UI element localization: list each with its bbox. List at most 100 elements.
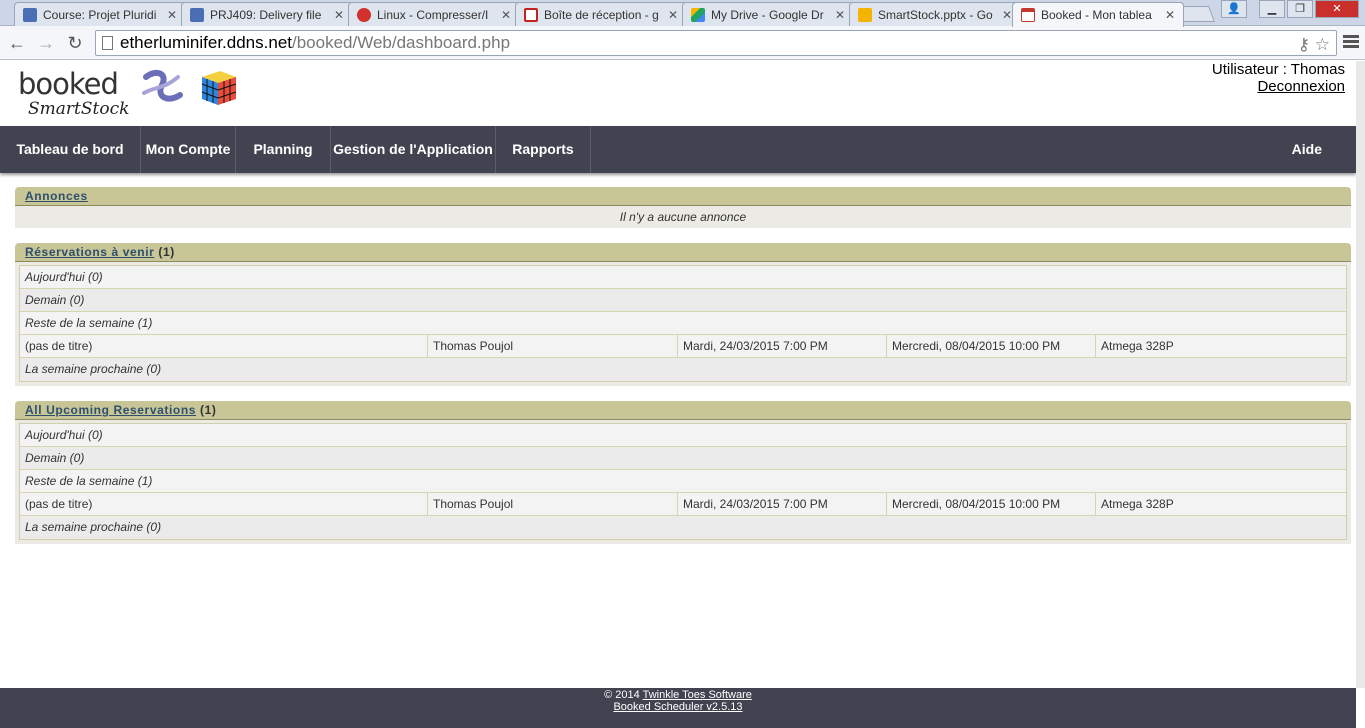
reservation-user: Thomas Poujol bbox=[428, 335, 678, 357]
browser-tab[interactable]: Course: Projet Pluridi ✕ bbox=[14, 2, 186, 26]
close-window-button[interactable]: ✕ bbox=[1315, 0, 1359, 18]
tab-label: Linux - Compresser/I bbox=[377, 7, 489, 22]
all-upcoming-header: All Upcoming Reservations (1) bbox=[15, 401, 1351, 420]
calendar-icon bbox=[1021, 8, 1035, 22]
browser-toolbar: ← → ↻ etherluminifer.ddns.net/booked/Web… bbox=[0, 26, 1365, 60]
nav-item-dashboard[interactable]: Tableau de bord bbox=[0, 126, 141, 173]
tab-favicon-icon bbox=[190, 7, 204, 22]
nav-item-help[interactable]: Aide bbox=[1292, 126, 1322, 173]
reservation-start: Mardi, 24/03/2015 7:00 PM bbox=[678, 335, 887, 357]
tab-favicon-icon bbox=[357, 7, 371, 22]
group-tomorrow: Demain (0) bbox=[20, 447, 1346, 470]
all-upcoming-title[interactable]: All Upcoming Reservations bbox=[25, 403, 196, 417]
reservation-user: Thomas Poujol bbox=[428, 493, 678, 515]
browser-tab-active[interactable]: Booked - Mon tablea ✕ bbox=[1012, 2, 1184, 27]
reservation-row[interactable]: (pas de titre) Thomas Poujol Mardi, 24/0… bbox=[20, 335, 1346, 358]
all-upcoming-table: Aujourd'hui (0) Demain (0) Reste de la s… bbox=[19, 423, 1347, 540]
back-icon[interactable]: ← bbox=[6, 33, 28, 53]
url-host: etherluminifer.ddns.net bbox=[120, 33, 292, 52]
browser-tabstrip: Course: Projet Pluridi ✕ PRJ409: Deliver… bbox=[0, 0, 1365, 27]
logo-text: booked bbox=[18, 67, 119, 101]
announcements-panel: Annonces Il n'y a aucune annonce bbox=[15, 187, 1351, 228]
menu-icon[interactable] bbox=[1343, 35, 1359, 50]
drive-icon bbox=[691, 7, 705, 22]
reservation-row[interactable]: (pas de titre) Thomas Poujol Mardi, 24/0… bbox=[20, 493, 1346, 516]
reservation-end: Mercredi, 08/04/2015 10:00 PM bbox=[887, 335, 1096, 357]
nav-item-application-management[interactable]: Gestion de l'Application bbox=[331, 126, 496, 173]
group-tomorrow: Demain (0) bbox=[20, 289, 1346, 312]
upcoming-count: (1) bbox=[158, 245, 175, 259]
logo[interactable]: booked SmartStock bbox=[18, 67, 248, 125]
rubiks-cube-icon bbox=[201, 71, 237, 105]
address-bar[interactable]: etherluminifer.ddns.net/booked/Web/dashb… bbox=[95, 30, 1337, 56]
reload-icon[interactable]: ↻ bbox=[64, 33, 86, 53]
reservation-title: (pas de titre) bbox=[20, 493, 428, 515]
reservation-end: Mercredi, 08/04/2015 10:00 PM bbox=[887, 493, 1096, 515]
page-icon bbox=[102, 36, 113, 50]
scrollbar[interactable] bbox=[1356, 61, 1365, 688]
tab-label: Booked - Mon tablea bbox=[1041, 8, 1152, 22]
upcoming-header: Réservations à venir (1) bbox=[15, 243, 1351, 262]
group-next-week: La semaine prochaine (0) bbox=[20, 516, 1346, 539]
bookmark-star-icon[interactable]: ⚷ ☆ bbox=[1298, 33, 1330, 57]
close-icon[interactable]: ✕ bbox=[1165, 8, 1175, 22]
minimize-button[interactable]: ▁ bbox=[1259, 0, 1285, 18]
browser-tab[interactable]: My Drive - Google Dr ✕ bbox=[682, 2, 854, 26]
tab-label: PRJ409: Delivery file bbox=[210, 7, 322, 22]
browser-tab[interactable]: Boîte de réception - g ✕ bbox=[515, 2, 687, 26]
group-today: Aujourd'hui (0) bbox=[20, 424, 1346, 447]
browser-tab[interactable]: SmartStock.pptx - Go ✕ bbox=[849, 2, 1021, 26]
reservation-resource: Atmega 328P bbox=[1101, 497, 1174, 511]
reservation-resource: Atmega 328P bbox=[1101, 339, 1174, 353]
group-rest-of-week: Reste de la semaine (1) bbox=[20, 470, 1346, 493]
logo-swirl-icon bbox=[142, 69, 183, 102]
logout-link[interactable]: Deconnexion bbox=[1257, 78, 1345, 95]
footer: © 2014 Twinkle Toes Software Booked Sche… bbox=[0, 688, 1356, 728]
tab-label: Boîte de réception - g bbox=[544, 7, 659, 22]
tab-label: My Drive - Google Dr bbox=[711, 7, 824, 22]
browser-tab[interactable]: Linux - Compresser/I ✕ bbox=[348, 2, 520, 26]
main-nav: Tableau de bord Mon Compte Planning Gest… bbox=[0, 126, 1356, 173]
url-path: /booked/Web/dashboard.php bbox=[292, 33, 511, 52]
user-info: Utilisateur : Thomas Deconnexion bbox=[1212, 61, 1345, 95]
tab-favicon-icon bbox=[23, 7, 37, 22]
group-next-week: La semaine prochaine (0) bbox=[20, 358, 1346, 381]
gmail-icon bbox=[524, 7, 538, 22]
upcoming-title[interactable]: Réservations à venir bbox=[25, 245, 154, 259]
close-icon[interactable]: ✕ bbox=[334, 8, 344, 22]
reservation-title: (pas de titre) bbox=[20, 335, 428, 357]
close-icon[interactable]: ✕ bbox=[167, 8, 177, 22]
close-icon[interactable]: ✕ bbox=[1002, 8, 1012, 22]
maximize-button[interactable]: ❐ bbox=[1287, 0, 1313, 18]
browser-tab[interactable]: PRJ409: Delivery file ✕ bbox=[181, 2, 353, 26]
close-icon[interactable]: ✕ bbox=[501, 8, 511, 22]
page-content: booked SmartStock Utilisateur : Thomas D… bbox=[0, 61, 1356, 728]
upcoming-table: Aujourd'hui (0) Demain (0) Reste de la s… bbox=[19, 265, 1347, 382]
group-today: Aujourd'hui (0) bbox=[20, 266, 1346, 289]
all-upcoming-reservations-panel: All Upcoming Reservations (1) Aujourd'hu… bbox=[15, 401, 1351, 544]
forward-icon[interactable]: → bbox=[35, 33, 57, 53]
close-icon[interactable]: ✕ bbox=[668, 8, 678, 22]
nav-item-my-account[interactable]: Mon Compte bbox=[141, 126, 236, 173]
company-link[interactable]: Twinkle Toes Software bbox=[643, 689, 752, 701]
user-label: Utilisateur : Thomas bbox=[1211, 61, 1345, 78]
copyright-text: © 2014 bbox=[604, 689, 640, 701]
tab-label: SmartStock.pptx - Go bbox=[878, 7, 993, 22]
version-link[interactable]: Booked Scheduler v2.5.13 bbox=[613, 701, 742, 713]
window-controls: ▁ ❐ ✕ bbox=[1259, 0, 1359, 18]
upcoming-reservations-panel: Réservations à venir (1) Aujourd'hui (0)… bbox=[15, 243, 1351, 386]
reservation-start: Mardi, 24/03/2015 7:00 PM bbox=[678, 493, 887, 515]
nav-item-reports[interactable]: Rapports bbox=[496, 126, 591, 173]
group-rest-of-week: Reste de la semaine (1) bbox=[20, 312, 1346, 335]
footer-copyright: © 2014 Twinkle Toes Software bbox=[0, 689, 1356, 701]
all-upcoming-count: (1) bbox=[199, 403, 217, 417]
announcements-header: Annonces bbox=[15, 187, 1351, 206]
nav-item-planning[interactable]: Planning bbox=[236, 126, 331, 173]
profile-icon[interactable]: 👤 bbox=[1221, 0, 1247, 18]
announcements-title[interactable]: Annonces bbox=[25, 189, 88, 203]
logo-subtext: SmartStock bbox=[28, 99, 130, 119]
tab-label: Course: Projet Pluridi bbox=[43, 7, 157, 22]
close-icon[interactable]: ✕ bbox=[835, 8, 845, 22]
slides-icon bbox=[858, 7, 872, 22]
announcements-empty: Il n'y a aucune annonce bbox=[15, 206, 1351, 228]
